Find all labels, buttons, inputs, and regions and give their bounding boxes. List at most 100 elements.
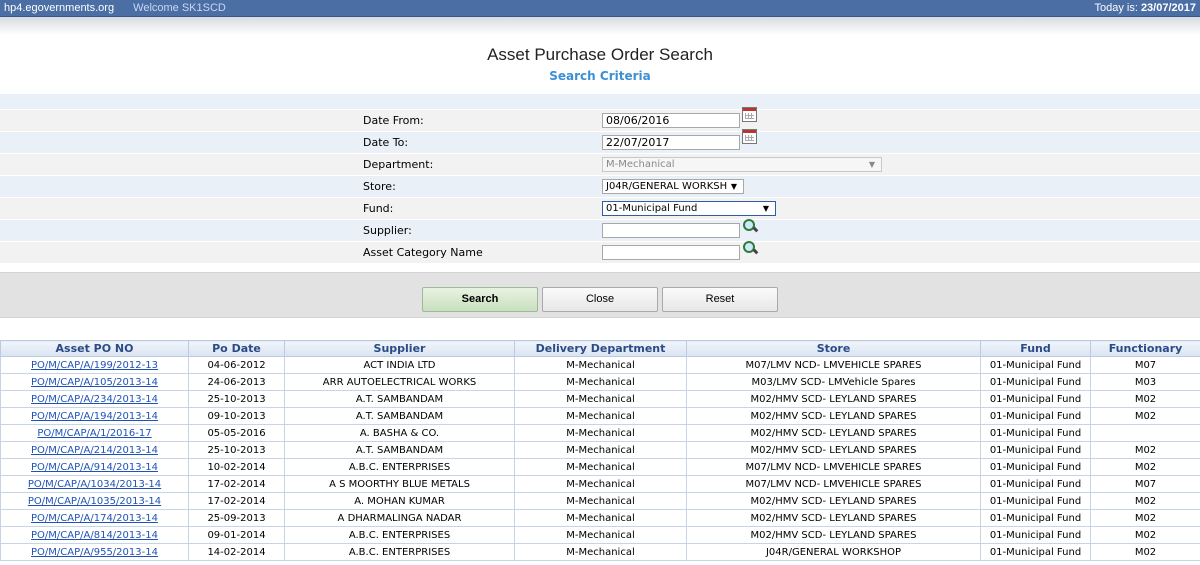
table-cell: 01-Municipal Fund xyxy=(980,509,1091,527)
table-cell: 01-Municipal Fund xyxy=(980,526,1091,544)
table-row: PO/M/CAP/A/105/2013-14 24-06-2013 ARR AUTO… xyxy=(0,373,1200,391)
column-header[interactable]: Fund xyxy=(980,340,1091,357)
table-cell: M02 xyxy=(1090,407,1200,425)
table-cell: M02/HMV SCD- LEYLAND SPARES xyxy=(686,407,981,425)
calendar-icon[interactable] xyxy=(742,107,757,122)
results-table: Asset PO NO Po Date Supplier Delivery De… xyxy=(0,340,1200,561)
top-bar-left: hp4.egovernments.org Welcome SK1SCD xyxy=(4,0,242,16)
date-from-input[interactable]: 08/06/2016 xyxy=(602,113,740,128)
po-number-link[interactable]: PO/M/CAP/A/814/2013-14 xyxy=(31,530,158,541)
po-number-link[interactable]: PO/M/CAP/A/174/2013-14 xyxy=(31,513,158,524)
table-row: PO/M/CAP/A/914/2013-14 10-02-2014 A.B.C. E… xyxy=(0,458,1200,476)
table-cell: 01-Municipal Fund xyxy=(980,441,1091,459)
po-number-link[interactable]: PO/M/CAP/A/1/2016-17 xyxy=(37,428,151,439)
table-cell: M02 xyxy=(1090,458,1200,476)
table-cell: 04-06-2012 xyxy=(188,356,285,374)
table-row: PO/M/CAP/A/194/2013-14 09-10-2013 A.T. SAM… xyxy=(0,407,1200,425)
po-number-link[interactable]: PO/M/CAP/A/955/2013-14 xyxy=(31,547,158,558)
table-cell: M-Mechanical xyxy=(514,424,687,442)
table-cell: M02/HMV SCD- LEYLAND SPARES xyxy=(686,390,981,408)
table-cell: M02/HMV SCD- LEYLAND SPARES xyxy=(686,492,981,510)
table-cell: 01-Municipal Fund xyxy=(980,424,1091,442)
header-shadow xyxy=(0,17,1200,35)
po-number-link[interactable]: PO/M/CAP/A/914/2013-14 xyxy=(31,462,158,473)
today-date: 23/07/2017 xyxy=(1140,2,1196,14)
button-bar: Search Close Reset xyxy=(0,272,1200,318)
table-cell: M-Mechanical xyxy=(514,492,687,510)
asset-category-label: Asset Category Name xyxy=(363,246,483,259)
reset-button[interactable]: Reset xyxy=(662,287,778,312)
table-cell: M-Mechanical xyxy=(514,356,687,374)
table-cell: M07 xyxy=(1090,475,1200,493)
table-cell: M02 xyxy=(1090,390,1200,408)
table-cell: M03 xyxy=(1090,373,1200,391)
asset-category-input[interactable] xyxy=(602,245,740,260)
po-number-cell: PO/M/CAP/A/199/2012-13 xyxy=(0,356,189,374)
table-cell: M02/HMV SCD- LEYLAND SPARES xyxy=(686,441,981,459)
po-number-cell: PO/M/CAP/A/174/2013-14 xyxy=(0,509,189,527)
today-label: Today is: xyxy=(1094,2,1141,14)
search-button[interactable]: Search xyxy=(422,287,538,312)
table-header-row: Asset PO NO Po Date Supplier Delivery De… xyxy=(0,340,1200,357)
table-cell: M02 xyxy=(1090,526,1200,544)
table-cell: M07/LMV NCD- LMVEHICLE SPARES xyxy=(686,475,981,493)
table-row: PO/M/CAP/A/199/2012-13 04-06-2012 ACT INDI… xyxy=(0,356,1200,374)
po-number-link[interactable]: PO/M/CAP/A/234/2013-14 xyxy=(31,394,158,405)
table-cell: 01-Municipal Fund xyxy=(980,543,1091,561)
table-cell: M-Mechanical xyxy=(514,407,687,425)
po-number-link[interactable]: PO/M/CAP/A/1035/2013-14 xyxy=(28,496,161,507)
table-cell: M-Mechanical xyxy=(514,509,687,527)
table-cell: A S MOORTHY BLUE METALS xyxy=(284,475,515,493)
table-cell: 05-05-2016 xyxy=(188,424,285,442)
department-selected-value: M-Mechanical xyxy=(606,159,675,170)
po-number-link[interactable]: PO/M/CAP/A/105/2013-14 xyxy=(31,377,158,388)
table-cell: A.T. SAMBANDAM xyxy=(284,441,515,459)
table-row: PO/M/CAP/A/1034/2013-14 17-02-2014 A S MOO… xyxy=(0,475,1200,493)
table-cell: 17-02-2014 xyxy=(188,475,285,493)
po-number-cell: PO/M/CAP/A/955/2013-14 xyxy=(0,543,189,561)
column-header[interactable]: Store xyxy=(686,340,981,357)
store-selected-value: J04R/GENERAL WORKSH xyxy=(606,181,728,192)
table-cell: A.T. SAMBANDAM xyxy=(284,390,515,408)
fund-select[interactable]: 01-Municipal Fund ▼ xyxy=(602,201,776,216)
po-number-cell: PO/M/CAP/A/814/2013-14 xyxy=(0,526,189,544)
table-row: PO/M/CAP/A/1035/2013-14 17-02-2014 A. MOHA… xyxy=(0,492,1200,510)
column-header[interactable]: Functionary xyxy=(1090,340,1200,357)
table-cell: M-Mechanical xyxy=(514,475,687,493)
close-button[interactable]: Close xyxy=(542,287,658,312)
column-header[interactable]: Asset PO NO xyxy=(0,340,189,357)
supplier-input[interactable] xyxy=(602,223,740,238)
today-indicator: Today is: 23/07/2017 xyxy=(1094,0,1196,16)
table-cell: M03/LMV SCD- LMVehicle Spares xyxy=(686,373,981,391)
column-header[interactable]: Delivery Department xyxy=(514,340,687,357)
table-cell: A. BASHA & CO. xyxy=(284,424,515,442)
table-cell: M-Mechanical xyxy=(514,526,687,544)
table-cell: A. MOHAN KUMAR xyxy=(284,492,515,510)
date-to-input[interactable]: 22/07/2017 xyxy=(602,135,740,150)
table-cell: ARR AUTOELECTRICAL WORKS xyxy=(284,373,515,391)
table-cell: A.B.C. ENTERPRISES xyxy=(284,458,515,476)
top-bar: hp4.egovernments.org Welcome SK1SCD Toda… xyxy=(0,0,1200,17)
department-select[interactable]: M-Mechanical ▼ xyxy=(602,157,882,172)
table-cell xyxy=(1090,424,1200,442)
table-cell: 09-10-2013 xyxy=(188,407,285,425)
store-select[interactable]: J04R/GENERAL WORKSH ▼ xyxy=(602,179,744,194)
search-icon[interactable] xyxy=(743,219,758,233)
table-cell: 01-Municipal Fund xyxy=(980,356,1091,374)
po-number-link[interactable]: PO/M/CAP/A/214/2013-14 xyxy=(31,445,158,456)
table-cell: 01-Municipal Fund xyxy=(980,373,1091,391)
fund-selected-value: 01-Municipal Fund xyxy=(606,203,698,214)
po-number-link[interactable]: PO/M/CAP/A/1034/2013-14 xyxy=(28,479,161,490)
po-number-cell: PO/M/CAP/A/105/2013-14 xyxy=(0,373,189,391)
department-row: Department: M-Mechanical ▼ xyxy=(0,154,1200,176)
supplier-label: Supplier: xyxy=(363,224,412,237)
date-to-row: Date To: 22/07/2017 xyxy=(0,129,1200,154)
search-icon[interactable] xyxy=(743,241,758,255)
table-cell: 09-01-2014 xyxy=(188,526,285,544)
po-number-link[interactable]: PO/M/CAP/A/194/2013-14 xyxy=(31,411,158,422)
calendar-icon[interactable] xyxy=(742,129,757,144)
column-header[interactable]: Po Date xyxy=(188,340,285,357)
table-cell: M07/LMV NCD- LMVEHICLE SPARES xyxy=(686,356,981,374)
column-header[interactable]: Supplier xyxy=(284,340,515,357)
po-number-link[interactable]: PO/M/CAP/A/199/2012-13 xyxy=(31,360,158,371)
